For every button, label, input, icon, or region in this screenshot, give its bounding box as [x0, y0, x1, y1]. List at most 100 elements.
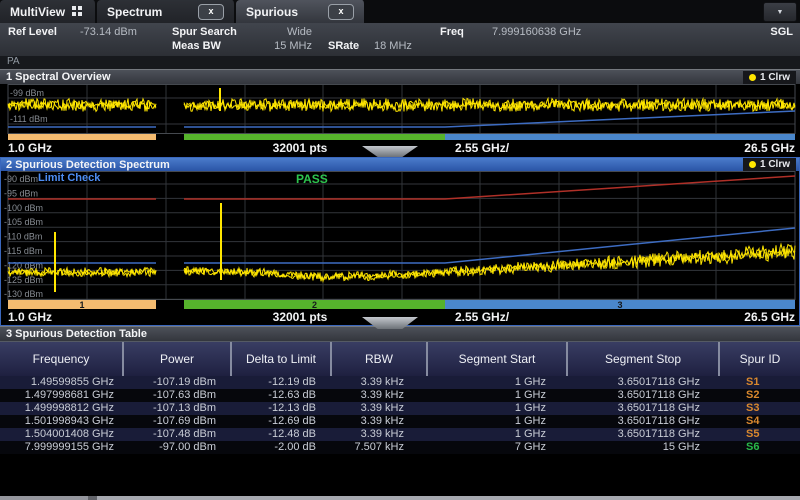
spur-table-cell: -107.48 dBm — [124, 428, 232, 441]
window1-axis-scale: 2.55 GHz/ — [455, 141, 509, 155]
y-axis-tick-label: -120 dBm — [4, 260, 43, 270]
tab-spectrum[interactable]: Spectrum x — [97, 0, 236, 23]
spur-table-row[interactable]: 7.999999155 GHz-97.00 dBm-2.00 dB7.507 k… — [0, 441, 800, 454]
spur-table-row[interactable]: 1.501998943 GHz-107.69 dBm-12.69 dB3.39 … — [0, 415, 800, 428]
window1-spectrum-canvas: -99 dBm-111 dBm — [0, 84, 800, 134]
y-axis-tick-label: -130 dBm — [4, 289, 43, 299]
tab-multiview-label: MultiView — [10, 5, 65, 19]
spur-table-cell: 3.39 kHz — [332, 428, 428, 441]
window2-segment-bar: 1 23 — [0, 300, 800, 309]
spur-table-column-header: Segment Stop — [568, 342, 720, 376]
spur-table-cell: -12.13 dB — [232, 402, 332, 415]
spur-table-cell: 7 GHz — [428, 441, 568, 454]
transducer-row: PA — [0, 56, 800, 69]
transducer-label: PA — [7, 56, 20, 67]
meas-bw-label-line1: Spur Search — [172, 26, 237, 38]
spur-table-cell: 1 GHz — [428, 415, 568, 428]
spur-table-row[interactable]: 1.49599855 GHz-107.19 dBm-12.19 dB3.39 k… — [0, 376, 800, 389]
freq-label: Freq — [440, 26, 464, 38]
y-axis-tick-label: -110 dBm — [4, 232, 42, 242]
spur-table-column-header: Delta to Limit — [232, 342, 332, 376]
segment-band-1: 1 — [8, 300, 156, 309]
window1-trace-legend[interactable]: 1 Clrw — [743, 71, 796, 84]
spur-table-cell: 1.501998943 GHz — [0, 415, 124, 428]
spur-table-cell: 3.65017118 GHz — [568, 376, 720, 389]
spur-table-cell: -107.63 dBm — [124, 389, 232, 402]
spur-table-column-header: Segment Start — [428, 342, 568, 376]
window2-axis-stop: 26.5 GHz — [744, 310, 795, 324]
srate-value[interactable]: 18 MHz — [374, 40, 412, 52]
spur-table-column-header: Power — [124, 342, 232, 376]
spur-table-column-header: Frequency — [0, 342, 124, 376]
settings-bar: Ref Level -73.14 dBm Spur Search Meas BW… — [0, 23, 800, 57]
spur-table-cell: 7.999999155 GHz — [0, 441, 124, 454]
window1-trace-label: 1 Clrw — [760, 72, 790, 83]
spur-table-cell: -97.00 dBm — [124, 441, 232, 454]
meas-bw-value-line2[interactable]: 15 MHz — [240, 40, 312, 52]
y-axis-tick-label: -90 dBm — [4, 174, 38, 184]
bottom-toolbar-edge — [0, 496, 800, 500]
window3-title: 3 Spurious Detection Table — [6, 328, 147, 340]
tab-overflow-dropdown-button[interactable]: ▼ — [763, 2, 797, 22]
chevron-down-icon: ▼ — [777, 9, 784, 16]
spur-table-cell: 3.39 kHz — [332, 402, 428, 415]
window2-plot-area[interactable]: -90 dBm-95 dBm-100 dBm-105 dBm-110 dBm-1… — [0, 171, 800, 300]
window1-title: 1 Spectral Overview — [6, 71, 111, 83]
tab-spurious[interactable]: Spurious x — [236, 0, 366, 23]
spur-id-value: S5 — [720, 428, 800, 441]
spur-id-value: S1 — [720, 376, 800, 389]
freq-value[interactable]: 7.999160638 GHz — [492, 26, 581, 38]
ref-level-value[interactable]: -73.14 dBm — [80, 26, 137, 38]
spur-table-cell: -12.19 dB — [232, 376, 332, 389]
window2-spectrum-canvas: -90 dBm-95 dBm-100 dBm-105 dBm-110 dBm-1… — [0, 171, 800, 300]
spur-table-cell: -12.69 dB — [232, 415, 332, 428]
spur-table-cell: -12.63 dB — [232, 389, 332, 402]
segment-band-3: 3 — [445, 300, 795, 309]
spur-table-cell: 1 GHz — [428, 428, 568, 441]
tab-spurious-close-icon[interactable]: x — [328, 4, 354, 20]
spur-table-column-header: RBW — [332, 342, 428, 376]
spur-table-cell: 15 GHz — [568, 441, 720, 454]
window1-axis-start: 1.0 GHz — [8, 141, 52, 155]
spur-table-cell: -107.19 dBm — [124, 376, 232, 389]
spur-table-cell: 3.39 kHz — [332, 389, 428, 402]
spur-table-cell: 1 GHz — [428, 402, 568, 415]
bottom-toolbar-left-segment — [0, 496, 88, 500]
spur-table-cell: 3.65017118 GHz — [568, 389, 720, 402]
spur-table-cell: -12.48 dB — [232, 428, 332, 441]
y-axis-tick-label: -115 dBm — [4, 246, 42, 256]
spur-table-header: FrequencyPowerDelta to LimitRBWSegment S… — [0, 341, 800, 376]
spur-table-row[interactable]: 1.504001408 GHz-107.48 dBm-12.48 dB3.39 … — [0, 428, 800, 441]
y-axis-tick-label: -111 dBm — [10, 114, 48, 124]
tab-multiview[interactable]: MultiView — [0, 0, 97, 23]
spur-table-cell: 1.504001408 GHz — [0, 428, 124, 441]
srate-label: SRate — [328, 40, 359, 52]
tab-bar: MultiView Spectrum x Spurious x — [0, 0, 800, 23]
limit-check-label: Limit Check — [38, 172, 100, 184]
spur-id-value: S2 — [720, 389, 800, 402]
segment-band-2: 2 — [184, 300, 445, 309]
window1-title-bar[interactable]: 1 Spectral Overview 1 Clrw — [0, 69, 800, 84]
spur-table-row[interactable]: 1.497998681 GHz-107.63 dBm-12.63 dB3.39 … — [0, 389, 800, 402]
spur-id-value: S3 — [720, 402, 800, 415]
window2-trace-legend[interactable]: 1 Clrw — [743, 158, 796, 171]
window1-axis-stop: 26.5 GHz — [744, 141, 795, 155]
spur-table-cell: 3.65017118 GHz — [568, 415, 720, 428]
spur-table-column-header: Spur ID — [720, 342, 800, 376]
y-axis-tick-label: -95 dBm — [4, 188, 38, 198]
window1-plot-area[interactable]: -99 dBm-111 dBm — [0, 84, 800, 134]
multiview-grid-icon — [72, 6, 83, 17]
spur-table-cell: 3.65017118 GHz — [568, 428, 720, 441]
spur-table-row[interactable]: 1.499998812 GHz-107.13 dBm-12.13 dB3.39 … — [0, 402, 800, 415]
window2-title-bar[interactable]: 2 Spurious Detection Spectrum 1 Clrw — [0, 157, 800, 171]
window2-axis-start: 1.0 GHz — [8, 310, 52, 324]
meas-bw-value-line1[interactable]: Wide — [240, 26, 312, 38]
spur-id-value: S6 — [720, 441, 800, 454]
spur-table-cell: 3.39 kHz — [332, 376, 428, 389]
meas-bw-label-line2: Meas BW — [172, 40, 221, 52]
trace1-color-dot — [749, 161, 756, 168]
spur-table-cell: -107.13 dBm — [124, 402, 232, 415]
tab-spectrum-close-icon[interactable]: x — [198, 4, 224, 20]
window2-trace-label: 1 Clrw — [760, 159, 790, 170]
limit-check-result-badge: PASS — [296, 172, 328, 186]
